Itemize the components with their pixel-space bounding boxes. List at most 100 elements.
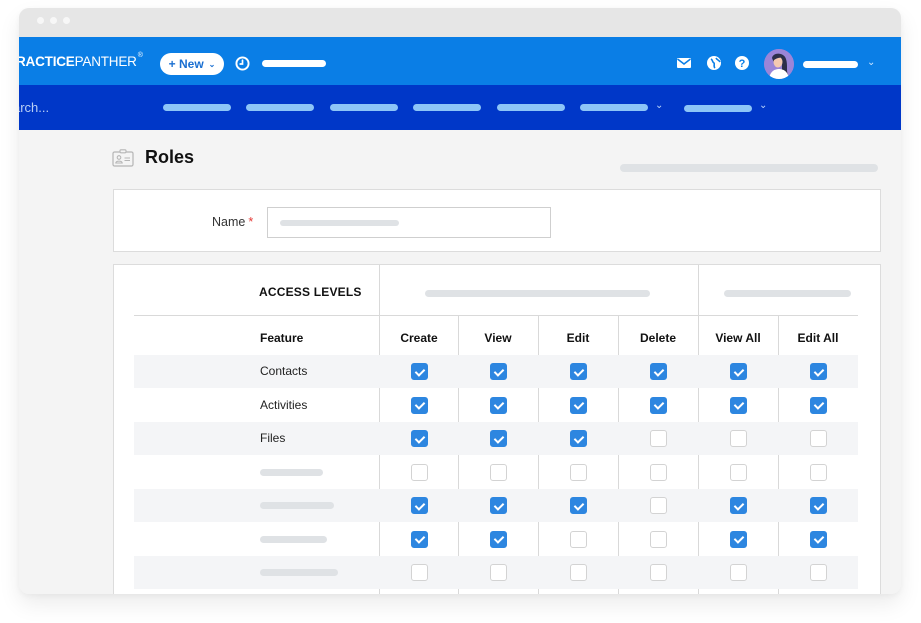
permission-row: Contacts bbox=[134, 355, 858, 388]
column-header-edit-all: Edit All bbox=[797, 331, 839, 345]
brand-logo[interactable]: RACTICEPANTHER® bbox=[19, 52, 143, 69]
permission-checkbox-edit[interactable] bbox=[569, 564, 587, 581]
permission-checkbox-create[interactable] bbox=[410, 430, 428, 447]
chevron-down-icon[interactable]: ⌄ bbox=[867, 57, 875, 68]
brand-light: PANTHER bbox=[74, 54, 137, 69]
chevron-down-icon: ⌄ bbox=[208, 59, 216, 69]
column-header-delete: Delete bbox=[639, 331, 677, 345]
permission-checkbox-create[interactable] bbox=[410, 530, 428, 548]
permission-checkbox-create[interactable] bbox=[410, 497, 428, 514]
chevron-down-icon[interactable]: ⌄ bbox=[655, 100, 663, 111]
permission-checkbox-edit-all[interactable] bbox=[809, 564, 827, 581]
permission-checkbox-view[interactable] bbox=[489, 530, 507, 548]
feature-column-header: Feature bbox=[260, 331, 304, 345]
permission-checkbox-create[interactable] bbox=[410, 564, 428, 581]
permission-checkbox-delete[interactable] bbox=[649, 363, 667, 380]
page-title: Roles bbox=[145, 147, 195, 167]
permission-checkbox-view[interactable] bbox=[489, 497, 507, 514]
permission-row bbox=[134, 456, 858, 489]
nav-item[interactable] bbox=[497, 104, 565, 111]
avatar-image bbox=[764, 49, 794, 79]
recent-item-placeholder[interactable] bbox=[262, 60, 326, 67]
mail-icon[interactable] bbox=[676, 55, 692, 71]
app-window: RACTICEPANTHER® + New ⌄ ? ⌄ rch... ⌄ ⌄ R… bbox=[19, 8, 901, 594]
permission-checkbox-edit[interactable] bbox=[569, 530, 587, 548]
window-control-dot[interactable] bbox=[37, 17, 44, 24]
user-name-placeholder[interactable] bbox=[803, 61, 858, 68]
permission-checkbox-view[interactable] bbox=[489, 463, 507, 481]
page-content: Roles Name * ACCESS LEVELS Feature Create… bbox=[19, 130, 901, 594]
role-name-input[interactable] bbox=[267, 207, 551, 238]
permission-checkbox-view[interactable] bbox=[489, 363, 507, 380]
permission-checkbox-create[interactable] bbox=[410, 396, 428, 414]
permission-checkbox-edit-all[interactable] bbox=[809, 396, 827, 414]
nav-item-dropdown[interactable] bbox=[580, 104, 648, 111]
nav-item[interactable] bbox=[413, 104, 481, 111]
permission-row bbox=[134, 489, 858, 522]
nav-item-dropdown[interactable] bbox=[684, 105, 752, 112]
column-header-create: Create bbox=[400, 331, 438, 345]
required-mark: * bbox=[248, 215, 254, 229]
header-divider bbox=[134, 315, 858, 316]
brand-bold: RACTICE bbox=[19, 54, 75, 69]
permission-checkbox-view-all[interactable] bbox=[729, 463, 747, 481]
permission-checkbox-view-all[interactable] bbox=[729, 430, 747, 447]
permission-checkbox-edit[interactable] bbox=[569, 363, 587, 380]
group-header-placeholder bbox=[425, 290, 650, 297]
permission-checkbox-view[interactable] bbox=[489, 430, 507, 447]
clock-icon[interactable] bbox=[235, 56, 250, 71]
permission-checkbox-edit[interactable] bbox=[569, 463, 587, 481]
nav-item[interactable] bbox=[246, 104, 314, 111]
role-name-card: Name * bbox=[113, 189, 881, 252]
permission-row bbox=[134, 523, 858, 556]
permission-checkbox-view-all[interactable] bbox=[729, 396, 747, 414]
permission-row: Activities bbox=[134, 389, 858, 422]
nav-item[interactable] bbox=[330, 104, 398, 111]
permission-checkbox-edit[interactable] bbox=[569, 396, 587, 414]
feature-name-placeholder bbox=[260, 468, 323, 476]
column-header-view-all: View All bbox=[715, 331, 761, 345]
globe-icon[interactable] bbox=[706, 55, 722, 71]
permission-row: Files bbox=[134, 422, 858, 455]
permission-checkbox-edit-all[interactable] bbox=[809, 430, 827, 447]
column-header-view: View bbox=[484, 331, 512, 345]
permission-checkbox-edit-all[interactable] bbox=[809, 463, 827, 481]
feature-name: Files bbox=[260, 431, 286, 445]
help-icon[interactable]: ? bbox=[734, 55, 750, 71]
svg-text:?: ? bbox=[739, 58, 746, 70]
user-avatar[interactable] bbox=[764, 49, 794, 79]
permission-checkbox-view[interactable] bbox=[489, 564, 507, 581]
permission-checkbox-view-all[interactable] bbox=[729, 530, 747, 548]
permission-checkbox-edit[interactable] bbox=[569, 497, 587, 514]
window-control-dot[interactable] bbox=[50, 17, 57, 24]
permission-checkbox-delete[interactable] bbox=[649, 530, 667, 548]
page-action-placeholder bbox=[620, 164, 878, 172]
search-input[interactable]: arch... bbox=[19, 100, 49, 115]
new-button-label: + New bbox=[168, 57, 204, 71]
feature-name: Activities bbox=[260, 397, 308, 412]
permission-checkbox-delete[interactable] bbox=[649, 463, 667, 481]
permission-checkbox-edit-all[interactable] bbox=[809, 497, 827, 514]
permission-checkbox-view[interactable] bbox=[489, 396, 507, 414]
nav-item[interactable] bbox=[163, 104, 231, 111]
name-label-text: Name bbox=[212, 215, 246, 229]
permission-checkbox-create[interactable] bbox=[410, 463, 428, 481]
permission-checkbox-create[interactable] bbox=[410, 363, 428, 380]
permission-checkbox-view-all[interactable] bbox=[729, 363, 747, 380]
window-control-dot[interactable] bbox=[63, 17, 70, 24]
access-levels-title: ACCESS LEVELS bbox=[259, 285, 362, 299]
new-button[interactable]: + New ⌄ bbox=[160, 53, 224, 75]
feature-name-placeholder bbox=[260, 535, 327, 543]
permission-checkbox-edit-all[interactable] bbox=[809, 363, 827, 380]
group-header-placeholder bbox=[724, 290, 851, 297]
permission-checkbox-view-all[interactable] bbox=[729, 497, 747, 514]
permission-checkbox-view-all[interactable] bbox=[729, 564, 747, 581]
permission-checkbox-delete[interactable] bbox=[649, 497, 667, 514]
permission-checkbox-delete[interactable] bbox=[649, 430, 667, 447]
permission-checkbox-delete[interactable] bbox=[649, 564, 667, 581]
permission-checkbox-edit-all[interactable] bbox=[809, 530, 827, 548]
chevron-down-icon[interactable]: ⌄ bbox=[759, 100, 767, 111]
permission-checkbox-edit[interactable] bbox=[569, 430, 587, 447]
permission-checkbox-delete[interactable] bbox=[649, 396, 667, 414]
column-header-edit: Edit bbox=[566, 331, 590, 345]
